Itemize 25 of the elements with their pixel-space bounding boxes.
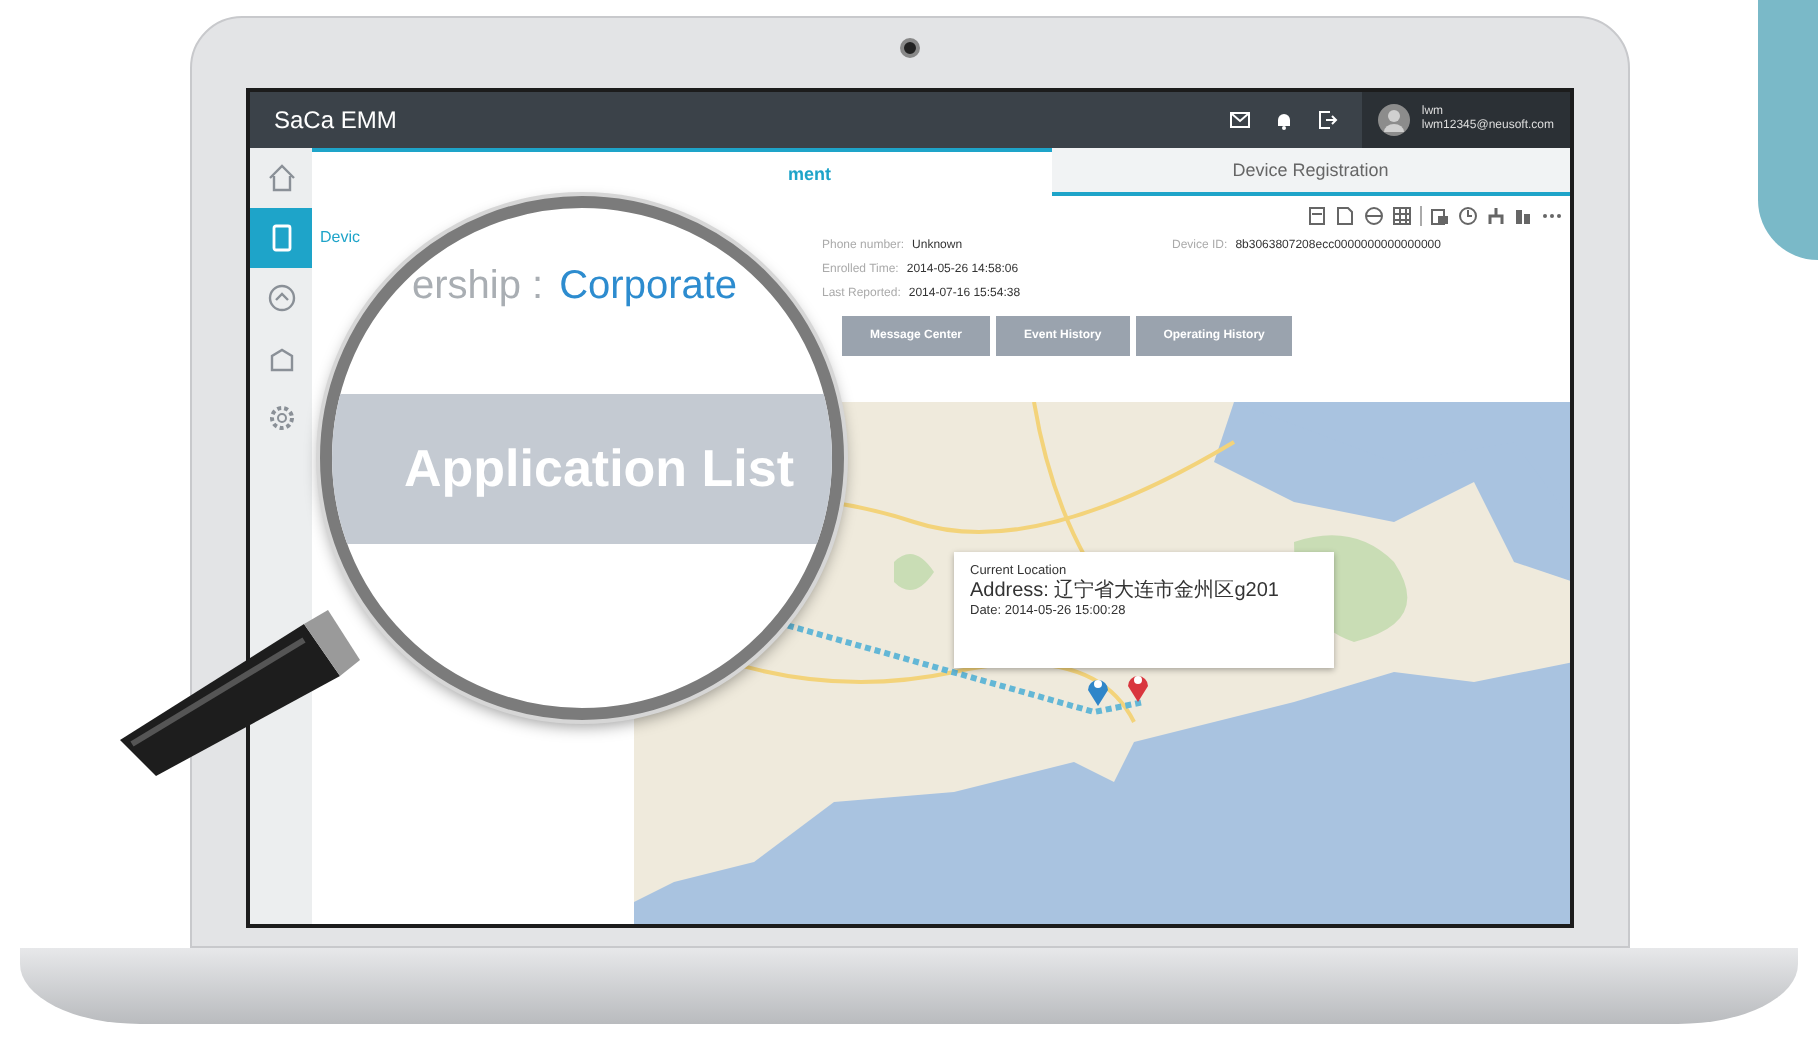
copy-icon[interactable] bbox=[1430, 206, 1450, 226]
home-icon bbox=[265, 162, 297, 194]
document-icon[interactable] bbox=[1308, 206, 1328, 226]
page-icon[interactable] bbox=[1336, 206, 1356, 226]
camera-icon bbox=[900, 38, 920, 58]
grid-icon[interactable] bbox=[1392, 206, 1412, 226]
tab[interactable]: Device Registration bbox=[1051, 148, 1570, 196]
breadcrumb[interactable]: Devic bbox=[320, 228, 361, 246]
logo: SaCa EMM bbox=[272, 106, 397, 134]
avatar-icon bbox=[1377, 104, 1410, 136]
map-pin-icon[interactable] bbox=[1086, 674, 1110, 706]
globe-icon[interactable] bbox=[1364, 206, 1384, 226]
clock-icon[interactable] bbox=[1458, 206, 1478, 226]
ownership-value: Corporate bbox=[559, 264, 738, 310]
exit-icon[interactable] bbox=[1317, 110, 1338, 130]
chart-icon[interactable] bbox=[1514, 206, 1534, 226]
mail-icon[interactable] bbox=[1229, 112, 1250, 128]
map-pin-icon[interactable] bbox=[1126, 670, 1150, 702]
hierarchy-icon[interactable] bbox=[1486, 206, 1506, 226]
ownership-label: ership : bbox=[412, 264, 544, 310]
popup-address: Address: 辽宁省大连市金州区g201 bbox=[970, 580, 1281, 604]
section-header: Application List bbox=[332, 394, 832, 544]
bell-icon[interactable] bbox=[1273, 110, 1294, 130]
sidebar-item[interactable] bbox=[250, 208, 312, 268]
gear-icon bbox=[265, 402, 297, 434]
